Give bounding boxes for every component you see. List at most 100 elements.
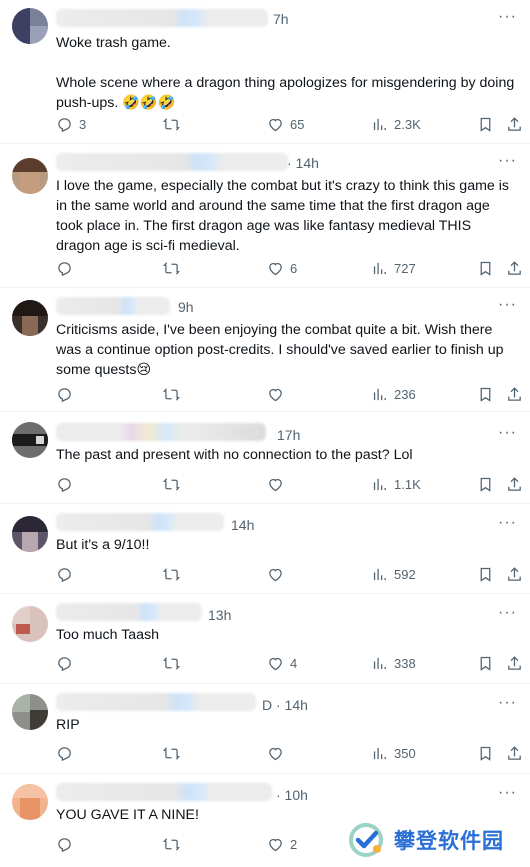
more-options-icon[interactable]: ··· (498, 9, 516, 28)
repost-button[interactable] (163, 384, 186, 404)
views-button[interactable]: 592 (371, 564, 416, 584)
timestamp[interactable]: 14h (231, 517, 254, 533)
heart-icon (269, 747, 282, 760)
more-options-icon[interactable]: ··· (498, 695, 516, 714)
like-button[interactable] (267, 384, 290, 404)
avatar[interactable] (12, 606, 48, 642)
more-options-icon[interactable]: ··· (498, 605, 516, 624)
more-options-icon[interactable]: ··· (498, 153, 516, 172)
timestamp[interactable]: 7h (273, 11, 289, 27)
author-name[interactable] (56, 603, 202, 621)
reply-button[interactable]: 3 (56, 114, 86, 134)
tweet[interactable]: 14h ··· But it's a 9/10!! 592 (0, 504, 530, 594)
views-button[interactable]: 236 (371, 384, 416, 404)
repost-button[interactable] (163, 564, 186, 584)
timestamp[interactable]: · 10h (276, 787, 308, 803)
reply-button[interactable] (56, 384, 79, 404)
repost-icon (163, 117, 180, 131)
timestamp[interactable]: D · 14h (262, 697, 308, 713)
share-button[interactable] (506, 743, 523, 763)
author-name[interactable] (56, 693, 256, 711)
bookmark-button[interactable] (477, 564, 494, 584)
like-button[interactable]: 6 (267, 258, 297, 278)
repost-icon (163, 656, 180, 670)
like-button[interactable] (267, 743, 290, 763)
reply-button[interactable] (56, 564, 79, 584)
view-count: 236 (394, 386, 416, 402)
share-button[interactable] (506, 474, 523, 494)
bookmark-button[interactable] (477, 474, 494, 494)
repost-button[interactable] (163, 114, 186, 134)
more-options-icon[interactable]: ··· (498, 425, 516, 444)
author-name[interactable] (56, 9, 268, 27)
reply-button[interactable] (56, 258, 79, 278)
share-icon (508, 260, 521, 275)
views-button[interactable]: 1.1K (371, 474, 421, 494)
bookmark-button[interactable] (477, 653, 494, 673)
avatar[interactable] (12, 784, 48, 820)
avatar[interactable] (12, 516, 48, 552)
views-chart-icon (373, 747, 386, 759)
repost-button[interactable] (163, 743, 186, 763)
bookmark-icon (480, 261, 491, 276)
timestamp[interactable]: 17h (277, 427, 300, 443)
repost-button[interactable] (163, 474, 186, 494)
reply-button[interactable] (56, 653, 79, 673)
more-options-icon[interactable]: ··· (498, 515, 516, 534)
action-bar: 6 727 (56, 258, 521, 278)
avatar[interactable] (12, 422, 48, 458)
reply-button[interactable] (56, 474, 79, 494)
view-count: 592 (394, 566, 416, 582)
share-button[interactable] (506, 564, 523, 584)
like-button[interactable]: 65 (267, 114, 304, 134)
timestamp[interactable]: · 14h (287, 155, 319, 171)
views-button[interactable]: 2.3K (371, 114, 421, 134)
repost-button[interactable] (163, 258, 186, 278)
repost-button[interactable] (163, 834, 186, 854)
like-button[interactable]: 4 (267, 653, 297, 673)
share-button[interactable] (506, 258, 523, 278)
repost-button[interactable] (163, 653, 186, 673)
tweet[interactable]: 13h ··· Too much Taash 4 338 (0, 594, 530, 684)
author-name[interactable] (56, 423, 266, 441)
more-options-icon[interactable]: ··· (498, 785, 516, 804)
tweet[interactable]: 17h ··· The past and present with no con… (0, 412, 530, 504)
author-name[interactable] (56, 783, 272, 801)
tweet[interactable]: 7h ··· Woke trash game. Whole scene wher… (0, 0, 530, 144)
views-button[interactable]: 338 (371, 653, 416, 673)
bookmark-icon (480, 567, 491, 582)
reply-button[interactable] (56, 834, 79, 854)
tweet-text: RIP (56, 717, 80, 733)
share-button[interactable] (506, 653, 523, 673)
more-options-icon[interactable]: ··· (498, 297, 516, 316)
author-name[interactable] (56, 297, 170, 315)
bookmark-button[interactable] (477, 114, 494, 134)
avatar[interactable] (12, 8, 48, 44)
views-button[interactable]: 727 (371, 258, 416, 278)
tweet[interactable]: · 14h ··· I love the game, especially th… (0, 144, 530, 288)
like-button[interactable] (267, 474, 290, 494)
avatar[interactable] (12, 300, 48, 336)
reply-button[interactable] (56, 743, 79, 763)
share-button[interactable] (506, 114, 523, 134)
bookmark-icon (480, 117, 491, 132)
bookmark-button[interactable] (477, 384, 494, 404)
timestamp[interactable]: 9h (178, 299, 194, 315)
avatar[interactable] (12, 158, 48, 194)
tweet[interactable]: 9h ··· Criticisms aside, I've been enjoy… (0, 288, 530, 412)
tweet[interactable]: D · 14h ··· RIP 350 (0, 684, 530, 774)
share-icon (508, 386, 521, 401)
bookmark-icon (480, 477, 491, 492)
like-button[interactable] (267, 564, 290, 584)
action-bar: 592 (56, 564, 521, 584)
bookmark-button[interactable] (477, 743, 494, 763)
avatar[interactable] (12, 694, 48, 730)
views-chart-icon (373, 118, 386, 130)
share-button[interactable] (506, 384, 523, 404)
author-name[interactable] (56, 513, 224, 531)
views-button[interactable]: 350 (371, 743, 416, 763)
like-button[interactable]: 2 (267, 834, 297, 854)
bookmark-button[interactable] (477, 258, 494, 278)
timestamp[interactable]: 13h (208, 607, 231, 623)
author-name[interactable] (56, 153, 288, 171)
